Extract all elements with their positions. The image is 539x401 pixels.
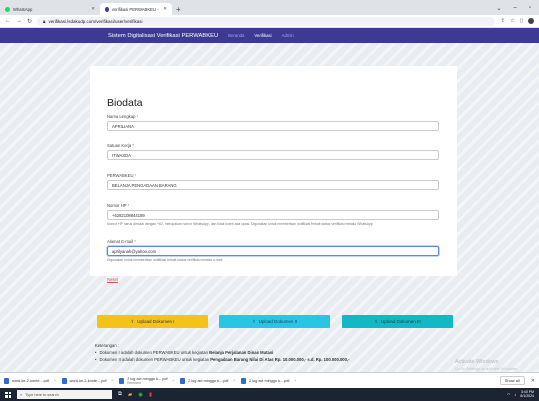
nav-admin[interactable]: Admin [282, 33, 294, 38]
bullet-icon: • [95, 357, 97, 362]
browser-tab-whatsapp[interactable]: WhatsApp ✕ [0, 3, 100, 15]
pdf-file-icon [180, 377, 186, 384]
url-text: verifikasi.lsdakudp.com/verifikasi/user/… [48, 18, 143, 24]
page-viewport: Sistem Digitalisasi Verifikasi PERWABKEU… [0, 28, 539, 372]
minimize-icon[interactable]: – [514, 5, 517, 12]
satuan-field-group: Satuan Kerja * ITWASDA [107, 143, 439, 160]
taskbar-search-input[interactable]: ⌕ Type here to search [17, 390, 112, 399]
browser-tab-verifikasi[interactable]: Verifikasi PERWABKEU - Sistem Digi ✕ [100, 3, 172, 15]
upload-dokumen-1-button[interactable]: ⇪ Upload Dokumen I [97, 315, 208, 328]
chevron-down-icon[interactable]: ⌄ [496, 5, 501, 12]
keterangan-notes: Keterangan : • Dokumen I adalah dokumen … [95, 343, 465, 364]
chevron-up-icon[interactable]: ^ [112, 379, 114, 383]
notes-label: Keterangan : [95, 343, 119, 348]
browser-tab-strip: WhatsApp ✕ Verifikasi PERWABKEU - Sistem… [0, 0, 539, 15]
nav-beranda[interactable]: Beranda [228, 33, 244, 38]
whatsapp-icon [5, 6, 10, 12]
page-title: Biodata [107, 97, 143, 109]
activate-windows-subtext: Go to Settings to activate Windows. [455, 366, 519, 371]
email-field-group: Alamat E-mail * aprilyanah@yahoo.com Dig… [107, 239, 439, 262]
maximize-icon[interactable]: ▫ [529, 5, 531, 12]
site-favicon-icon [105, 6, 109, 12]
tab-label: WhatsApp [13, 6, 33, 12]
upload-dokumen-3-label: Upload Dokumen III [381, 319, 421, 324]
chevron-up-icon[interactable]: ^ [173, 379, 175, 383]
email-input[interactable]: aprilyanah@yahoo.com [107, 246, 439, 256]
profile-avatar[interactable] [528, 18, 534, 24]
upload-icon: ⇪ [130, 318, 135, 324]
satuan-label: Satuan Kerja * [107, 143, 135, 148]
hp-hint: Nomor HP harus dimulai dengan +62, merup… [107, 222, 373, 226]
upload-dokumen-2-button[interactable]: ⇪ Upload Dokumen II [219, 315, 330, 328]
forward-icon[interactable]: → [16, 18, 22, 24]
address-bar: ← → ↻ 🔒︎ verifikasi.lsdakudp.com/verifik… [0, 15, 539, 28]
network-icon[interactable]: ◠ [507, 392, 511, 397]
email-label: Alamat E-mail * [107, 239, 136, 244]
site-navbar: Sistem Digitalisasi Verifikasi PERWABKEU… [0, 28, 539, 43]
upload-icon: ⇪ [374, 318, 378, 324]
note-item: • Dokumen I adalah dokumen PERWABKEU unt… [95, 350, 274, 355]
satuan-input[interactable]: ITWASDA [107, 150, 439, 160]
tab-label: Verifikasi PERWABKEU - Sistem Digi [111, 6, 161, 12]
pdf-file-icon [119, 377, 125, 384]
taskbar-clock[interactable]: 3:40 PM 8/1/2024 [520, 390, 534, 398]
upload-dokumen-1-label: Upload Dokumen I [137, 319, 175, 324]
chevron-up-icon[interactable]: ^ [294, 379, 296, 383]
search-icon: ⌕ [20, 392, 23, 397]
reset-wrap: Reset [107, 277, 118, 283]
upload-dokumen-3-button[interactable]: ⇪ Upload Dokumen III [342, 315, 453, 328]
back-icon[interactable]: ← [5, 18, 11, 24]
note-item: • Dokumen II adalah dokumen PERWABKEU un… [95, 357, 350, 362]
close-tab-icon[interactable]: ✕ [91, 6, 95, 12]
file-explorer-icon[interactable]: ▰ [128, 392, 132, 398]
download-item[interactable]: 2 log act minggu k....pdf Removed ^ [119, 377, 174, 385]
email-hint: Digunakan untuk memberikan notifikasi te… [107, 258, 223, 262]
download-item[interactable]: 2 log act minggu k....pdf ^ [241, 377, 296, 384]
windows-start-icon[interactable] [5, 391, 11, 398]
window-controls: ⌄ – ▫ [496, 5, 539, 15]
perwabkeu-label: PERWABKEU * [107, 173, 137, 178]
hp-label: Nomor HP * [107, 203, 130, 208]
volume-icon[interactable]: ♪ [514, 392, 516, 397]
system-tray: ◠ ♪ 3:40 PM 8/1/2024 [507, 390, 534, 398]
close-tab-icon[interactable]: ✕ [163, 6, 167, 12]
chrome-icon[interactable]: ◉ [138, 392, 143, 398]
show-all-button[interactable]: Show all [499, 376, 525, 385]
chevron-up-icon[interactable]: ^ [54, 379, 56, 383]
reset-link[interactable]: Reset [107, 277, 118, 282]
pdf-file-icon [241, 377, 247, 384]
hp-input[interactable]: +6282108844189 [107, 210, 439, 220]
nav-verifikasi[interactable]: Verifikasi [254, 33, 271, 38]
download-item[interactable]: word-ke-2-konte....pdf ^ [4, 377, 56, 384]
activate-windows-watermark: Activate Windows [455, 359, 499, 365]
share-icon[interactable]: ⇪ [500, 18, 505, 24]
download-bar: word-ke-2-konte....pdf ^ word-ke-2-konte… [0, 372, 539, 388]
pdf-app-icon[interactable]: ▮ [149, 392, 152, 398]
nama-label: Nama Lengkap * [107, 114, 139, 119]
chevron-up-icon[interactable]: ^ [233, 379, 235, 383]
pdf-file-icon [4, 377, 9, 384]
upload-dokumen-2-label: Upload Dokumen II [258, 319, 298, 324]
url-field[interactable]: 🔒︎ verifikasi.lsdakudp.com/verifikasi/us… [37, 16, 496, 26]
perwabkeu-input[interactable]: BELANJA PENGADAAN BARANG [107, 180, 439, 190]
star-icon[interactable]: ☆ [510, 18, 515, 24]
bullet-icon: • [95, 350, 97, 355]
new-tab-button[interactable]: + [172, 5, 185, 15]
site-brand[interactable]: Sistem Digitalisasi Verifikasi PERWABKEU [108, 33, 218, 39]
nama-field-group: Nama Lengkap * APRILIANA [107, 114, 439, 131]
close-icon[interactable]: ✕ [531, 378, 535, 384]
lock-icon: 🔒︎ [43, 18, 46, 24]
nama-input[interactable]: APRILIANA [107, 121, 439, 131]
sidebar-icon[interactable]: ▯ [520, 18, 523, 24]
pdf-file-icon [61, 377, 67, 384]
upload-icon: ⇪ [251, 318, 256, 324]
hp-field-group: Nomor HP * +6282108844189 Nomor HP harus… [107, 203, 439, 226]
task-view-icon[interactable]: ⧉ [118, 391, 122, 398]
perwabkeu-field-group: PERWABKEU * BELANJA PENGADAAN BARANG [107, 173, 439, 190]
windows-taskbar: ⌕ Type here to search ⧉ ▰ ◉ ▮ ◠ ♪ 3:40 P… [0, 388, 539, 401]
download-item[interactable]: 2 log act minggu k....pdf ^ [180, 377, 235, 384]
reload-icon[interactable]: ↻ [27, 18, 32, 25]
download-item[interactable]: word-ke-2-konte....pdf ^ [61, 377, 114, 384]
